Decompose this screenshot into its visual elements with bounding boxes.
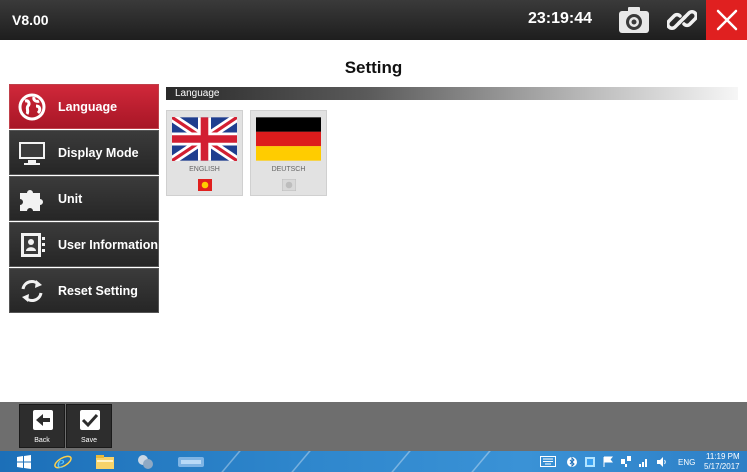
menu-item-user-information[interactable]: User Information bbox=[9, 222, 159, 267]
monitor-icon bbox=[14, 135, 50, 171]
start-button[interactable] bbox=[14, 452, 34, 471]
color-app-icon bbox=[585, 456, 595, 467]
close-button[interactable] bbox=[706, 0, 747, 40]
language-option-english[interactable]: ENGLISH bbox=[166, 110, 243, 196]
checkmark-icon bbox=[80, 410, 100, 430]
bluetooth-icon bbox=[567, 456, 577, 467]
app-window: V8.00 23:19:44 Setting Language Display … bbox=[0, 0, 747, 472]
section-header: Language bbox=[166, 87, 738, 100]
screenshot-button[interactable] bbox=[616, 4, 652, 36]
flag-tray-icon[interactable] bbox=[602, 452, 614, 471]
menu-label: Language bbox=[58, 99, 118, 114]
taskbar-decoration bbox=[291, 451, 311, 472]
back-label: Back bbox=[34, 437, 50, 444]
settings-menu: Language Display Mode Unit User Informat… bbox=[9, 84, 159, 314]
puzzle-icon bbox=[14, 181, 50, 217]
title-bar: V8.00 23:19:44 bbox=[0, 0, 747, 40]
input-language-indicator[interactable]: ENG bbox=[678, 458, 695, 467]
menu-item-language[interactable]: Language bbox=[9, 84, 159, 129]
menu-label: Reset Setting bbox=[58, 283, 138, 298]
radio-selected-icon[interactable] bbox=[198, 179, 212, 191]
menu-label: Unit bbox=[58, 191, 83, 206]
app-tray-icon[interactable] bbox=[584, 452, 596, 471]
language-name: DEUTSCH bbox=[271, 166, 306, 173]
diagnostic-app-icon bbox=[178, 456, 204, 467]
taskbar-app-button[interactable] bbox=[132, 452, 158, 471]
connect-button[interactable] bbox=[664, 4, 700, 36]
page-title: Setting bbox=[344, 58, 403, 77]
version-label: V8.00 bbox=[12, 12, 49, 28]
taskbar-decoration bbox=[471, 451, 491, 472]
radio-unselected-icon[interactable] bbox=[282, 179, 296, 191]
back-button[interactable]: Back bbox=[19, 404, 65, 448]
uk-flag-icon bbox=[172, 117, 237, 161]
user-card-icon bbox=[14, 227, 50, 263]
network-icon bbox=[621, 456, 631, 467]
menu-label: User Information bbox=[57, 237, 158, 252]
menu-item-unit[interactable]: Unit bbox=[9, 176, 159, 221]
speaker-icon bbox=[657, 456, 666, 467]
save-label: Save bbox=[81, 437, 97, 444]
taskbar-ie-button[interactable]: e bbox=[50, 452, 76, 471]
taskbar-explorer-button[interactable] bbox=[92, 452, 118, 471]
signal-icon bbox=[639, 458, 647, 467]
language-option-deutsch[interactable]: DEUTSCH bbox=[250, 110, 327, 196]
clock: 23:19:44 bbox=[528, 10, 593, 27]
close-icon bbox=[716, 9, 737, 31]
bottom-toolbar: Back Save bbox=[0, 402, 747, 451]
action-center-flag-icon bbox=[603, 456, 613, 467]
menu-label: Display Mode bbox=[58, 145, 139, 160]
back-arrow-icon bbox=[33, 410, 53, 430]
globe-icon bbox=[14, 89, 50, 125]
menu-item-reset-setting[interactable]: Reset Setting bbox=[9, 268, 159, 313]
taskbar-time[interactable]: 11:19 PM bbox=[706, 452, 740, 461]
bluetooth-tray-icon[interactable] bbox=[566, 452, 578, 471]
taskbar-diagnostic-app-button[interactable] bbox=[176, 452, 206, 471]
network-tray-icon[interactable] bbox=[620, 452, 632, 471]
os-taskbar: e ENG 11:19 PM 5/17/2017 bbox=[0, 451, 747, 472]
save-button[interactable]: Save bbox=[66, 404, 112, 448]
svg-text:e: e bbox=[57, 453, 65, 471]
keyboard-icon bbox=[540, 456, 556, 467]
link-icon bbox=[667, 10, 697, 30]
refresh-icon bbox=[14, 273, 50, 309]
folder-icon bbox=[96, 454, 114, 469]
windows-logo-icon bbox=[17, 454, 31, 469]
camera-icon bbox=[619, 7, 649, 33]
taskbar-decoration bbox=[221, 451, 241, 472]
germany-flag-icon bbox=[256, 117, 321, 161]
people-app-icon bbox=[138, 454, 153, 469]
language-name: ENGLISH bbox=[189, 166, 220, 173]
signal-tray-icon[interactable] bbox=[638, 452, 650, 471]
menu-item-display-mode[interactable]: Display Mode bbox=[9, 130, 159, 175]
internet-explorer-icon: e bbox=[54, 453, 72, 471]
volume-tray-icon[interactable] bbox=[656, 452, 668, 471]
keyboard-tray-button[interactable] bbox=[540, 452, 556, 471]
taskbar-decoration bbox=[391, 451, 411, 472]
taskbar-date[interactable]: 5/17/2017 bbox=[704, 462, 740, 471]
